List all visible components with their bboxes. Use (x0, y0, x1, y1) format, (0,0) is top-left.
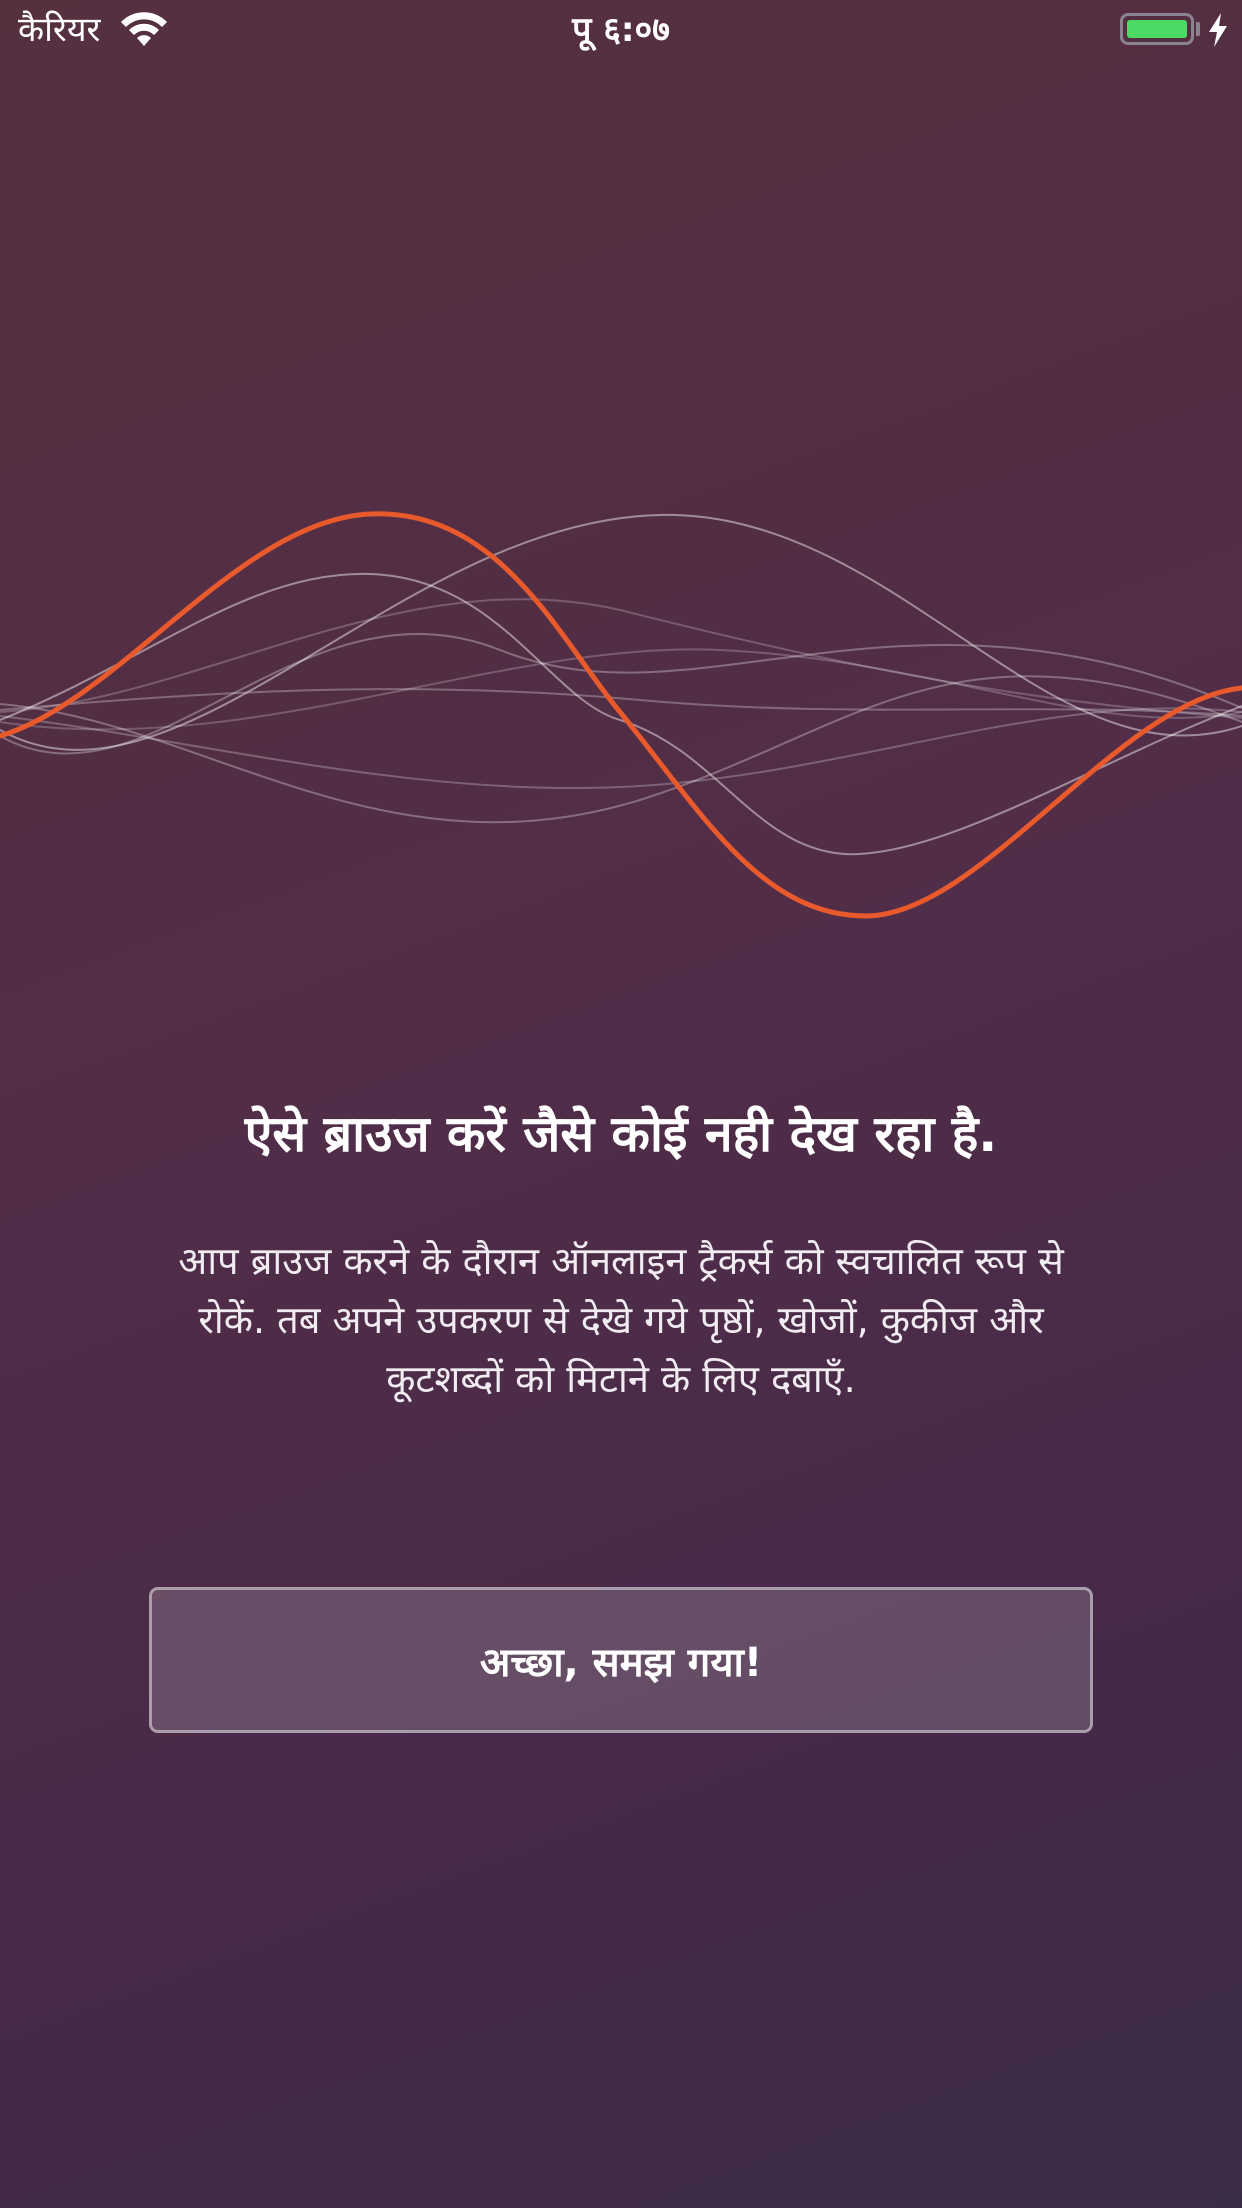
charging-bolt-icon (1209, 13, 1227, 47)
got-it-button[interactable]: अच्छा, समझ गया! (149, 1587, 1093, 1733)
wave-line-1 (0, 633, 1242, 755)
onboarding-headline: ऐसे ब्राउज करें जैसे कोई नही देख रहा है. (244, 1105, 998, 1163)
status-bar: कैरियर पू ६:०७ (0, 0, 1242, 62)
sound-wave-illustration (0, 511, 1242, 919)
battery-level-fill (1127, 20, 1187, 38)
onboarding-description: आप ब्राउज करने के दौरान ऑनलाइन ट्रैकर्स … (178, 1239, 1064, 1401)
battery-icon (1120, 13, 1194, 45)
battery-nub (1196, 22, 1200, 36)
wave-line-accent (0, 511, 1242, 919)
wave-line-5 (0, 598, 1242, 719)
status-time: पू ६:०७ (572, 10, 670, 50)
